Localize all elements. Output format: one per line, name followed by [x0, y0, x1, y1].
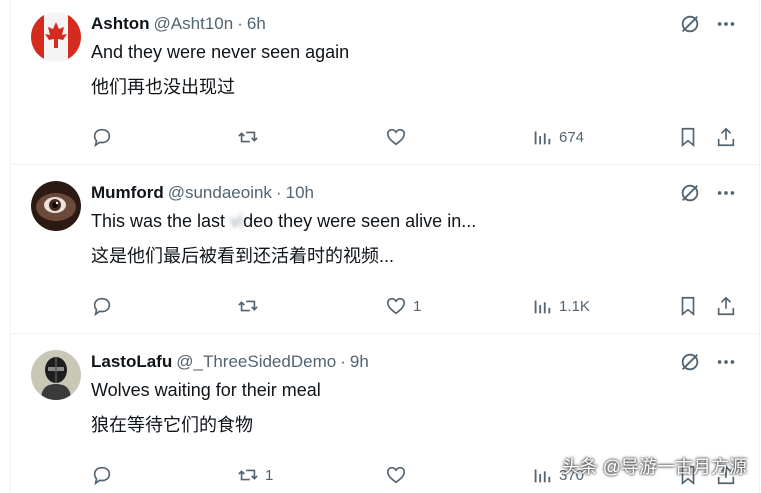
tweet-header: Mumford @sundaeoink · 10h: [91, 182, 314, 204]
tweet-actions: 1 1.1K: [91, 295, 741, 319]
views-icon: [534, 469, 551, 483]
views-button[interactable]: 1.1K: [531, 295, 590, 317]
watermark: 头条 @导游一古月方源: [561, 457, 747, 477]
reply-button[interactable]: [91, 295, 119, 317]
tweet-translation: 狼在等待它们的食物: [91, 415, 253, 435]
user-handle[interactable]: @_ThreeSidedDemo: [176, 352, 336, 372]
bookmark-icon: [681, 296, 695, 317]
tweet-text-blurred: vi: [230, 211, 244, 231]
like-button[interactable]: [385, 126, 413, 148]
tweet-translation: 这是他们最后被看到还活着时的视频...: [91, 246, 395, 266]
header-icons: [679, 182, 737, 209]
bookmark-button[interactable]: [677, 295, 699, 317]
tweet-translation: 他们再也没出现过: [91, 77, 235, 97]
tweet-text: This was the last video they were seen a…: [91, 210, 476, 232]
retweet-button[interactable]: 1: [237, 464, 273, 486]
share-icon: [717, 296, 735, 316]
separator: ·: [340, 352, 346, 371]
share-button[interactable]: [715, 295, 737, 317]
timestamp[interactable]: 10h: [286, 183, 314, 203]
grok-icon[interactable]: [679, 182, 701, 209]
share-icon: [717, 127, 735, 147]
views-button[interactable]: 674: [531, 126, 584, 148]
like-button[interactable]: [385, 464, 413, 486]
bookmark-icon: [681, 127, 695, 148]
view-count: 674: [559, 128, 585, 146]
user-handle[interactable]: @sundaeoink: [168, 183, 272, 203]
timeline-feed: Ashton @Asht10n · 6h And they were never…: [10, 0, 760, 493]
timestamp[interactable]: 6h: [247, 14, 266, 34]
display-name[interactable]: Ashton: [91, 14, 150, 34]
more-icon[interactable]: [715, 351, 737, 378]
view-count: 1.1K: [559, 297, 590, 315]
like-icon: [386, 466, 406, 484]
display-name[interactable]: LastoLafu: [91, 352, 172, 372]
timestamp[interactable]: 9h: [350, 352, 369, 372]
separator: ·: [237, 14, 243, 33]
like-count: 1: [413, 297, 422, 315]
reply-icon: [93, 128, 111, 148]
retweet-icon: [238, 469, 258, 481]
tweet-actions: 674: [91, 126, 741, 150]
retweet-count: 1: [265, 466, 274, 484]
avatar[interactable]: [31, 181, 81, 231]
share-button[interactable]: [715, 126, 737, 148]
grok-icon[interactable]: [679, 351, 701, 378]
header-icons: [679, 351, 737, 378]
reply-icon: [93, 466, 111, 486]
like-icon: [386, 297, 406, 315]
tweet-header: LastoLafu @_ThreeSidedDemo · 9h: [91, 351, 369, 373]
retweet-icon: [238, 131, 258, 143]
tweet-header: Ashton @Asht10n · 6h: [91, 13, 266, 35]
avatar[interactable]: [31, 12, 81, 62]
user-handle[interactable]: @Asht10n: [154, 14, 234, 34]
more-icon[interactable]: [715, 13, 737, 40]
retweet-button[interactable]: [237, 295, 265, 317]
like-icon: [386, 128, 406, 146]
bookmark-button[interactable]: [677, 126, 699, 148]
reply-button[interactable]: [91, 464, 119, 486]
retweet-button[interactable]: [237, 126, 265, 148]
retweet-icon: [238, 300, 258, 312]
views-icon: [534, 300, 551, 314]
display-name[interactable]: Mumford: [91, 183, 164, 203]
tweet[interactable]: Mumford @sundaeoink · 10h This was the l…: [11, 165, 759, 334]
tweet-text-part: This was the last: [91, 211, 231, 231]
views-icon: [534, 131, 551, 145]
avatar[interactable]: [31, 350, 81, 400]
grok-icon[interactable]: [679, 13, 701, 40]
like-button[interactable]: 1: [385, 295, 421, 317]
tweet-text: Wolves waiting for their meal: [91, 380, 321, 400]
reply-button[interactable]: [91, 126, 119, 148]
more-icon[interactable]: [715, 182, 737, 209]
reply-icon: [93, 297, 111, 317]
separator: ·: [275, 183, 282, 202]
tweet[interactable]: Ashton @Asht10n · 6h And they were never…: [11, 0, 759, 165]
tweet-text-part: deo they were seen alive in...: [243, 211, 477, 231]
tweet-text: And they were never seen again: [91, 42, 350, 62]
header-icons: [679, 13, 737, 40]
